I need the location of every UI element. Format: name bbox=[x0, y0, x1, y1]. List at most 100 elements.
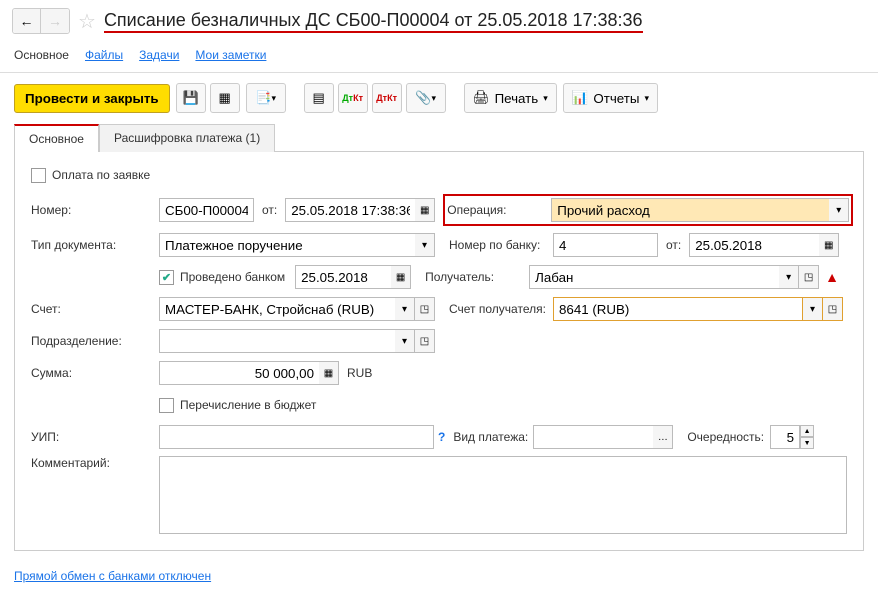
operation-label: Операция: bbox=[447, 203, 551, 217]
payment-type-input[interactable] bbox=[533, 425, 653, 449]
comment-label: Комментарий: bbox=[31, 456, 159, 470]
dt-red-icon: Дт bbox=[376, 93, 387, 103]
account-label: Счет: bbox=[31, 302, 159, 316]
nav-back-button[interactable]: ← bbox=[13, 9, 41, 33]
calendar-button[interactable]: ▦ bbox=[415, 198, 435, 222]
recipient-input[interactable] bbox=[529, 265, 779, 289]
dropdown-icon: ▾ bbox=[431, 93, 436, 104]
division-label: Подразделение: bbox=[31, 334, 159, 348]
recipient-dropdown[interactable]: ▾ bbox=[779, 265, 799, 289]
checkbox-checked-icon: ✔ bbox=[159, 270, 174, 285]
dropdown-icon: ▾ bbox=[402, 304, 407, 315]
dropdown-icon: ▾ bbox=[644, 93, 649, 104]
printer-icon: 🖨 bbox=[473, 90, 490, 106]
priority-up[interactable]: ▲ bbox=[800, 425, 814, 437]
division-dropdown[interactable]: ▾ bbox=[395, 329, 415, 353]
account-open[interactable]: ◳ bbox=[415, 297, 435, 321]
calendar-icon: ▦ bbox=[824, 240, 833, 251]
currency-label: RUB bbox=[347, 366, 372, 380]
star-icon[interactable]: ☆ bbox=[78, 9, 96, 34]
sum-label: Сумма: bbox=[31, 366, 159, 380]
uip-input[interactable] bbox=[159, 425, 434, 449]
attach-button[interactable]: 📎 ▾ bbox=[406, 83, 446, 113]
subnav-main[interactable]: Основное bbox=[14, 48, 69, 62]
account-dropdown[interactable]: ▾ bbox=[395, 297, 415, 321]
payment-type-label: Вид платежа: bbox=[453, 430, 533, 444]
doctype-input[interactable] bbox=[159, 233, 415, 257]
calculator-icon: ▦ bbox=[324, 368, 333, 379]
doc-icon: ▤ bbox=[312, 90, 324, 106]
subnav-notes[interactable]: Мои заметки bbox=[195, 48, 266, 62]
dr-icon: Дт bbox=[342, 93, 353, 103]
recipient-label: Получатель: bbox=[425, 270, 529, 284]
open-icon: ◳ bbox=[828, 304, 837, 315]
checkbox-icon bbox=[31, 168, 46, 183]
calendar-icon: ▦ bbox=[420, 205, 429, 216]
banknum-input[interactable] bbox=[553, 233, 658, 257]
debit-credit-red-button[interactable]: ДтКт bbox=[372, 83, 402, 113]
division-open[interactable]: ◳ bbox=[415, 329, 435, 353]
bankdate-input[interactable] bbox=[689, 233, 819, 257]
save-button[interactable]: 💾 bbox=[176, 83, 206, 113]
number-label: Номер: bbox=[31, 203, 159, 217]
comment-textarea[interactable] bbox=[159, 456, 847, 534]
priority-down[interactable]: ▼ bbox=[800, 437, 814, 449]
page-title: Списание безналичных ДС СБ00-П00004 от 2… bbox=[104, 10, 643, 33]
date-input[interactable] bbox=[285, 198, 415, 222]
post-icon: ▦ bbox=[218, 90, 230, 106]
checkbox-icon bbox=[159, 398, 174, 413]
clip-icon: 📎 bbox=[415, 90, 431, 106]
pay-request-checkbox[interactable]: Оплата по заявке bbox=[31, 168, 150, 183]
calendar-button-3[interactable]: ▦ bbox=[391, 265, 411, 289]
kt-red-icon: Кт bbox=[387, 93, 397, 103]
doctype-label: Тип документа: bbox=[31, 238, 159, 252]
print-button[interactable]: 🖨Печать▾ bbox=[464, 83, 557, 113]
operation-dropdown[interactable]: ▾ bbox=[829, 198, 849, 222]
sum-calc-button[interactable]: ▦ bbox=[319, 361, 339, 385]
operation-input[interactable] bbox=[551, 198, 829, 222]
payment-type-select[interactable]: … bbox=[653, 425, 673, 449]
recip-account-open[interactable]: ◳ bbox=[823, 297, 843, 321]
processed-bank-checkbox[interactable]: ✔ Проведено банком bbox=[159, 270, 285, 285]
priority-input[interactable] bbox=[770, 425, 800, 449]
calendar-icon: ▦ bbox=[396, 272, 405, 283]
bank-exchange-link[interactable]: Прямой обмен с банками отключен bbox=[14, 569, 211, 583]
recip-account-label: Счет получателя: bbox=[449, 302, 553, 316]
processed-date-input[interactable] bbox=[295, 265, 391, 289]
cr-icon: Кт bbox=[353, 93, 363, 103]
division-input[interactable] bbox=[159, 329, 395, 353]
subnav-tasks[interactable]: Задачи bbox=[139, 48, 179, 62]
nav-forward-button[interactable]: → bbox=[41, 9, 69, 33]
calendar-button-2[interactable]: ▦ bbox=[819, 233, 839, 257]
dropdown-icon: ▾ bbox=[836, 205, 841, 216]
subnav-files[interactable]: Файлы bbox=[85, 48, 123, 62]
priority-label: Очередность: bbox=[687, 430, 764, 444]
dropdown-icon: ▾ bbox=[422, 240, 427, 251]
post-close-button[interactable]: Провести и закрыть bbox=[14, 84, 170, 113]
open-icon: ◳ bbox=[804, 272, 813, 283]
reports-button[interactable]: 📊Отчеты▾ bbox=[563, 83, 658, 113]
warning-icon: ▲ bbox=[825, 269, 839, 285]
debit-credit-button[interactable]: ДтКт bbox=[338, 83, 368, 113]
sum-input[interactable] bbox=[159, 361, 319, 385]
create-from-button[interactable]: 📑 ▾ bbox=[246, 83, 286, 113]
tab-main[interactable]: Основное bbox=[14, 124, 99, 152]
recip-account-dropdown[interactable]: ▾ bbox=[803, 297, 823, 321]
document-button[interactable]: ▤ bbox=[304, 83, 334, 113]
open-icon: ◳ bbox=[420, 336, 429, 347]
tab-detail[interactable]: Расшифровка платежа (1) bbox=[99, 124, 275, 152]
uip-label: УИП: bbox=[31, 430, 159, 444]
dropdown-icon: ▾ bbox=[543, 93, 548, 104]
help-icon[interactable]: ? bbox=[438, 430, 445, 444]
number-input[interactable] bbox=[159, 198, 254, 222]
ellipsis-icon: … bbox=[658, 432, 668, 443]
dropdown-icon: ▾ bbox=[810, 304, 815, 315]
recip-account-input[interactable] bbox=[553, 297, 803, 321]
account-input[interactable] bbox=[159, 297, 395, 321]
dropdown-icon: ▾ bbox=[271, 93, 276, 104]
budget-checkbox[interactable]: Перечисление в бюджет bbox=[159, 398, 316, 413]
post-button[interactable]: ▦ bbox=[210, 83, 240, 113]
doctype-dropdown[interactable]: ▾ bbox=[415, 233, 435, 257]
dropdown-icon: ▾ bbox=[402, 336, 407, 347]
recipient-open[interactable]: ◳ bbox=[799, 265, 819, 289]
